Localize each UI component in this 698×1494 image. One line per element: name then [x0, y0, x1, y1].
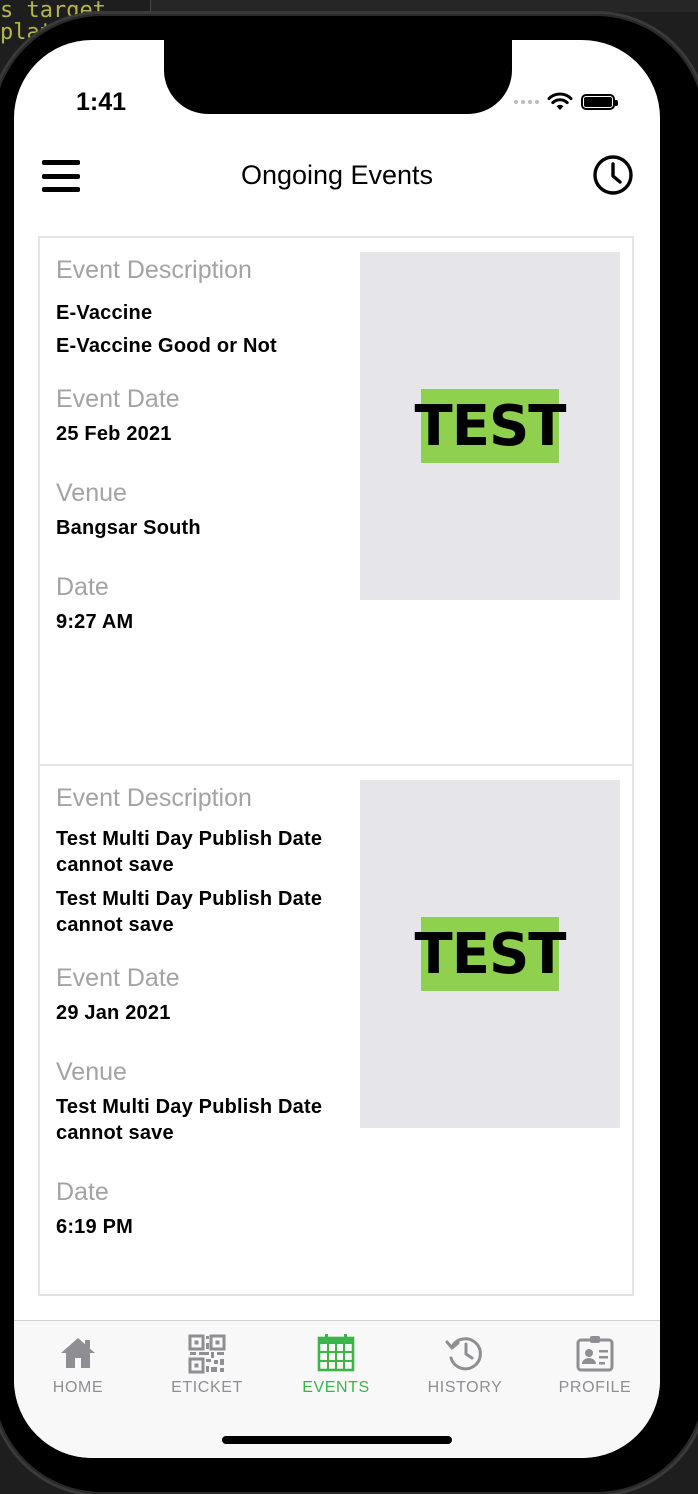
event-date: 25 Feb 2021: [56, 423, 172, 445]
event-card[interactable]: Event Description Test Multi Day Publish…: [38, 766, 634, 1296]
status-time: 1:41: [76, 88, 127, 116]
event-details: Event Description Test Multi Day Publish…: [56, 780, 346, 1240]
venue-label: Venue: [56, 479, 127, 507]
qr-code-icon: [188, 1334, 226, 1374]
event-image-text: TEST: [415, 389, 567, 463]
venue-label: Venue: [56, 1058, 127, 1086]
event-name: E-Vaccine: [56, 302, 153, 324]
notch: [164, 40, 512, 114]
tab-home[interactable]: HOME: [18, 1321, 138, 1413]
event-description: Test Multi Day Publish Date cannot save: [56, 888, 323, 936]
event-venue: Bangsar South: [56, 517, 201, 539]
description-label: Event Description: [56, 784, 252, 812]
event-image-text: TEST: [415, 917, 567, 991]
history-icon: [445, 1337, 482, 1371]
tab-profile[interactable]: PROFILE: [535, 1321, 655, 1413]
tab-events[interactable]: EVENTS: [276, 1321, 396, 1413]
tab-label: PROFILE: [558, 1379, 632, 1396]
date-label: Date: [56, 573, 109, 601]
event-description: E-Vaccine Good or Not: [56, 335, 277, 357]
phone-screen: 1:41 Ongoing Events Event Description E-…: [14, 40, 660, 1458]
event-image: TEST: [360, 252, 620, 600]
event-venue: Test Multi Day Publish Date cannot save: [56, 1096, 323, 1144]
profile-card-icon: [576, 1336, 614, 1372]
home-indicator: [222, 1436, 452, 1444]
tab-label: HISTORY: [427, 1379, 503, 1396]
wifi-icon: [547, 92, 573, 110]
event-date: 29 Jan 2021: [56, 1002, 171, 1024]
status-indicators: [514, 88, 618, 116]
event-image: TEST: [360, 780, 620, 1128]
home-icon: [61, 1338, 95, 1368]
nav-bar: Ongoing Events: [14, 150, 660, 206]
phone-frame: 1:41 Ongoing Events Event Description E-…: [0, 14, 698, 1494]
event-card[interactable]: Event Description E-Vaccine E-Vaccine Go…: [38, 236, 634, 766]
calendar-icon: [317, 1334, 355, 1372]
date-label: Date: [56, 1178, 109, 1206]
event-time: 9:27 AM: [56, 611, 134, 633]
event-date-label: Event Date: [56, 385, 180, 413]
tab-label: ETICKET: [171, 1379, 243, 1396]
events-list: Event Description E-Vaccine E-Vaccine Go…: [38, 236, 634, 1296]
battery-icon: [581, 94, 618, 110]
event-name: Test Multi Day Publish Date cannot save: [56, 828, 323, 876]
cellular-signal-icon: [514, 100, 539, 104]
event-time: 6:19 PM: [56, 1216, 133, 1238]
clock-icon[interactable]: [592, 154, 634, 196]
background-panel: [150, 0, 698, 12]
tab-label: EVENTS: [302, 1379, 370, 1396]
event-details: Event Description E-Vaccine E-Vaccine Go…: [56, 252, 346, 635]
tab-label: HOME: [52, 1379, 104, 1396]
tab-history[interactable]: HISTORY: [405, 1321, 525, 1413]
event-date-label: Event Date: [56, 964, 180, 992]
tab-eticket[interactable]: ETICKET: [147, 1321, 267, 1413]
page-title: Ongoing Events: [240, 160, 434, 190]
description-label: Event Description: [56, 256, 252, 284]
